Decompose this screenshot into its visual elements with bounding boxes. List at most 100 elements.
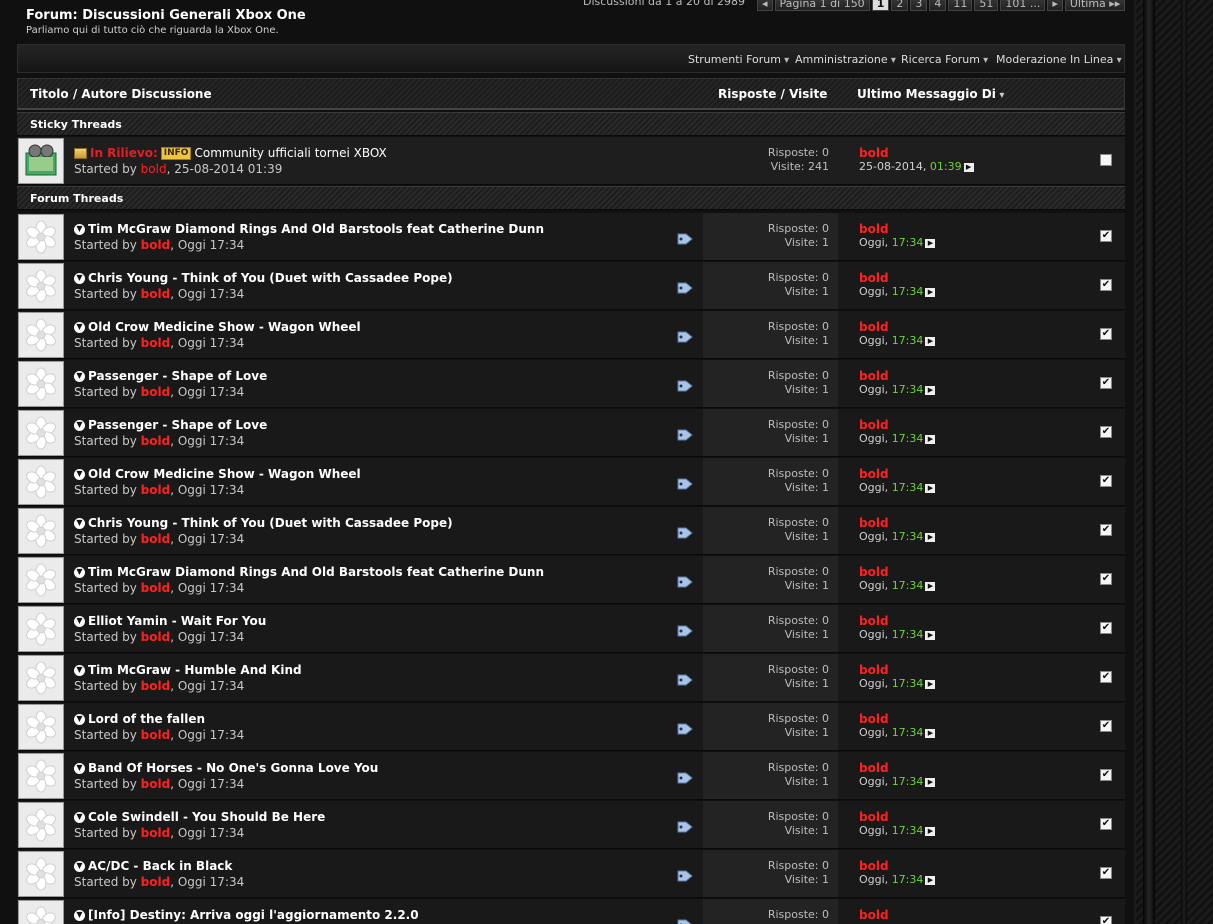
author-link[interactable]: bold (141, 679, 171, 693)
expand-arrow-icon[interactable]: ▼ (74, 811, 85, 823)
goto-last-post-icon[interactable]: ▶ (925, 483, 936, 493)
tag-icon[interactable] (677, 674, 693, 686)
author-link[interactable]: bold (141, 777, 171, 791)
select-thread-checkbox[interactable]: ✔ (1100, 622, 1112, 634)
pager-item[interactable]: 1 (871, 0, 890, 11)
goto-last-post-icon[interactable]: ▶ (925, 679, 936, 689)
column-last-post[interactable]: Ultimo Messaggio Di (857, 87, 1004, 101)
author-link[interactable]: bold (141, 385, 171, 399)
select-thread-checkbox[interactable]: ✔ (1100, 279, 1112, 291)
select-thread-checkbox[interactable]: ✔ (1100, 328, 1112, 340)
author-link[interactable]: bold (141, 532, 171, 546)
tag-icon[interactable] (677, 723, 693, 735)
inline-moderation-menu[interactable]: Moderazione In Linea (996, 53, 1122, 66)
expand-arrow-icon[interactable]: ▼ (74, 272, 85, 284)
pager-item[interactable]: ▸ (1047, 0, 1063, 11)
select-thread-checkbox[interactable]: ✔ (1100, 475, 1112, 487)
thread-thumbnail-icon[interactable] (18, 606, 64, 652)
thread-title-link[interactable]: Cole Swindell - You Should Be Here (88, 810, 325, 824)
admin-menu[interactable]: Amministrazione (795, 53, 896, 66)
pager-item[interactable]: 101 ... (1000, 0, 1046, 11)
thread-title-link[interactable]: Elliot Yamin - Wait For You (88, 614, 266, 628)
select-thread-checkbox[interactable]: ✔ (1100, 720, 1112, 732)
thread-thumbnail-icon[interactable] (18, 802, 64, 848)
goto-last-post-icon[interactable]: ▶ (925, 434, 936, 444)
tag-icon[interactable] (677, 380, 693, 392)
thread-thumbnail-icon[interactable] (18, 410, 64, 456)
thread-thumbnail-icon[interactable] (18, 704, 64, 750)
last-poster-link[interactable]: bold (859, 810, 935, 824)
tag-icon[interactable] (677, 772, 693, 784)
thread-title-link[interactable]: Band Of Horses - No One's Gonna Love You (88, 761, 378, 775)
expand-arrow-icon[interactable]: ▼ (74, 909, 85, 921)
expand-arrow-icon[interactable]: ▼ (74, 615, 85, 627)
goto-last-post-icon[interactable]: ▶ (925, 875, 936, 885)
pager-item[interactable]: 11 (948, 0, 973, 11)
last-poster-link[interactable]: bold (859, 565, 935, 579)
last-poster-link[interactable]: bold (859, 146, 974, 160)
expand-arrow-icon[interactable]: ▼ (74, 419, 85, 431)
select-thread-checkbox[interactable]: ✔ (1100, 230, 1112, 242)
thread-thumbnail-icon[interactable] (18, 361, 64, 407)
tag-icon[interactable] (677, 233, 693, 245)
column-stats[interactable]: Risposte / Visite (718, 87, 827, 101)
forum-tools-menu[interactable]: Strumenti Forum (688, 53, 789, 66)
last-poster-link[interactable]: bold (859, 908, 935, 922)
column-title[interactable]: Titolo / Autore Discussione (30, 87, 212, 101)
thread-thumbnail-icon[interactable] (18, 557, 64, 603)
author-link[interactable]: bold (141, 875, 171, 889)
last-poster-link[interactable]: bold (859, 467, 935, 481)
last-poster-link[interactable]: bold (859, 663, 935, 677)
goto-last-post-icon[interactable]: ▶ (925, 336, 936, 346)
select-thread-checkbox[interactable]: ✔ (1100, 377, 1112, 389)
thread-thumbnail-icon[interactable] (18, 753, 64, 799)
author-link[interactable]: bold (141, 162, 167, 176)
author-link[interactable]: bold (141, 826, 171, 840)
goto-last-post-icon[interactable]: ▶ (925, 728, 936, 738)
author-link[interactable]: bold (141, 287, 171, 301)
thread-title-link[interactable]: Chris Young - Think of You (Duet with Ca… (88, 271, 453, 285)
select-thread-checkbox[interactable]: ✔ (1100, 818, 1112, 830)
select-thread-checkbox[interactable]: ✔ (1100, 916, 1112, 924)
thread-thumbnail-icon[interactable] (18, 851, 64, 897)
select-thread-checkbox[interactable]: ✔ (1100, 524, 1112, 536)
expand-arrow-icon[interactable]: ▼ (74, 860, 85, 872)
tag-icon[interactable] (677, 625, 693, 637)
last-poster-link[interactable]: bold (859, 614, 935, 628)
last-poster-link[interactable]: bold (859, 712, 935, 726)
thread-thumbnail-icon[interactable] (18, 508, 64, 554)
select-thread-checkbox[interactable]: ✔ (1100, 671, 1112, 683)
author-link[interactable]: bold (141, 728, 171, 742)
thread-thumbnail-icon[interactable] (18, 655, 64, 701)
tag-icon[interactable] (677, 870, 693, 882)
tag-icon[interactable] (677, 429, 693, 441)
last-poster-link[interactable]: bold (859, 271, 935, 285)
tag-icon[interactable] (677, 527, 693, 539)
goto-last-post-icon[interactable]: ▶ (925, 777, 936, 787)
pager-item[interactable]: Ultima ▸▸ (1064, 0, 1126, 11)
tag-icon[interactable] (677, 919, 693, 924)
pager-item[interactable]: 3 (910, 0, 928, 11)
thread-title-link[interactable]: Tim McGraw Diamond Rings And Old Barstoo… (88, 222, 544, 236)
thread-thumbnail-icon[interactable] (18, 900, 64, 924)
thread-title-link[interactable]: Tim McGraw - Humble And Kind (88, 663, 302, 677)
thread-title-link[interactable]: Chris Young - Think of You (Duet with Ca… (88, 516, 453, 530)
author-link[interactable]: bold (141, 483, 171, 497)
pager-item[interactable]: ◂ (757, 0, 773, 11)
expand-arrow-icon[interactable]: ▼ (74, 566, 85, 578)
thread-thumbnail-icon[interactable] (18, 312, 64, 358)
thread-title-link[interactable]: AC/DC - Back in Black (88, 859, 232, 873)
expand-arrow-icon[interactable]: ▼ (74, 517, 85, 529)
last-poster-link[interactable]: bold (859, 859, 935, 873)
select-thread-checkbox[interactable]: ✔ (1100, 573, 1112, 585)
thread-title-link[interactable]: Passenger - Shape of Love (88, 369, 267, 383)
thread-thumbnail-icon[interactable] (18, 263, 64, 309)
thread-title-link[interactable]: Lord of the fallen (88, 712, 205, 726)
tag-icon[interactable] (677, 576, 693, 588)
thread-title-link[interactable]: Tim McGraw Diamond Rings And Old Barstoo… (88, 565, 544, 579)
expand-arrow-icon[interactable]: ▼ (74, 321, 85, 333)
expand-arrow-icon[interactable]: ▼ (74, 370, 85, 382)
goto-last-post-icon[interactable]: ▶ (963, 162, 974, 172)
goto-last-post-icon[interactable]: ▶ (925, 385, 936, 395)
expand-arrow-icon[interactable]: ▼ (74, 762, 85, 774)
